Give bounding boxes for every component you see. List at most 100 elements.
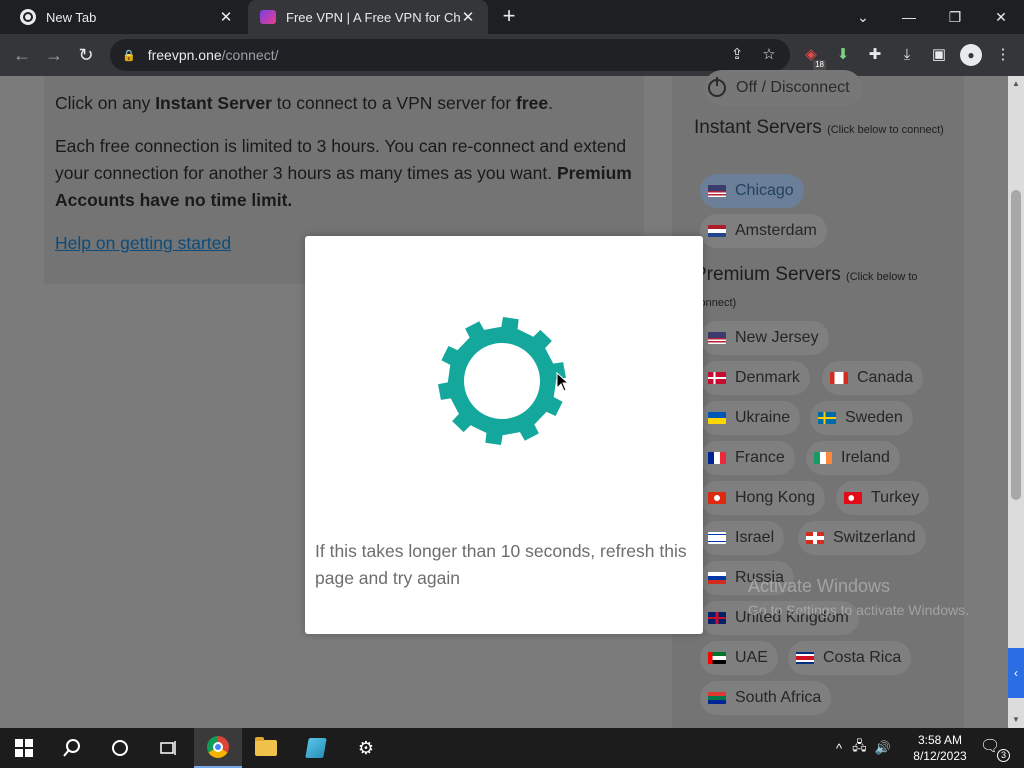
browser-toolbar: ← → ↻ 🔒 freevpn.one/connect/ ⇪ ☆ ◈ 18 ⬇ ✚… <box>0 34 1024 76</box>
server-hong-kong-button[interactable]: Hong Kong <box>700 481 826 515</box>
flag-ua-icon <box>708 412 726 424</box>
server-denmark-button[interactable]: Denmark <box>700 361 810 395</box>
server-name: France <box>735 449 785 466</box>
flag-ch-icon <box>806 532 824 544</box>
extensions-puzzle-icon[interactable]: ✚ <box>864 44 886 66</box>
task-view-icon[interactable] <box>144 728 192 768</box>
scroll-thumb[interactable] <box>1011 190 1021 500</box>
search-icon[interactable] <box>48 728 96 768</box>
clock-time: 3:58 AM <box>917 733 963 747</box>
share-icon[interactable]: ⇪ <box>726 44 748 66</box>
server-name: UAE <box>735 649 768 666</box>
server-name: Turkey <box>871 489 920 506</box>
gear-shape <box>438 317 566 445</box>
windows-taskbar: ⚙ ^ 🖧 🔊 3:58 AM 8/12/2023 🗨 3 <box>0 728 1024 768</box>
profile-avatar-icon[interactable]: ● <box>960 44 982 66</box>
flag-ae-icon <box>708 652 726 664</box>
close-tab-icon[interactable]: ✕ <box>218 8 234 26</box>
server-israel-button[interactable]: Israel <box>700 521 785 555</box>
reload-icon[interactable]: ↻ <box>74 43 98 67</box>
disconnect-button[interactable]: Off / Disconnect <box>704 70 862 106</box>
server-ukraine-button[interactable]: Ukraine <box>700 401 801 435</box>
vpn-extension-icon[interactable]: ⬇ <box>832 44 854 66</box>
server-ireland-button[interactable]: Ireland <box>806 441 900 475</box>
server-canada-button[interactable]: Canada <box>822 361 924 395</box>
side-panel-icon[interactable]: ▣ <box>928 44 950 66</box>
close-window-button[interactable]: ✕ <box>978 0 1024 34</box>
file-explorer-folder-icon[interactable] <box>242 728 290 768</box>
flag-fr-icon <box>708 452 726 464</box>
tab-search-icon[interactable]: ⌄ <box>840 0 886 34</box>
page-scrollbar[interactable]: ▲ ▼ <box>1008 76 1024 728</box>
menu-kebab-icon[interactable]: ⋮ <box>992 44 1014 66</box>
cortana-circle-icon[interactable] <box>96 728 144 768</box>
flag-ie-icon <box>814 452 832 464</box>
new-tab-button[interactable]: + <box>498 5 520 28</box>
disconnect-label: Off / Disconnect <box>736 79 850 96</box>
notepad-app-icon[interactable] <box>292 728 340 768</box>
instant-servers-heading: Instant Servers (Click below to connect) <box>694 116 944 142</box>
clock-date: 8/12/2023 <box>913 749 967 763</box>
server-switzerland-button[interactable]: Switzerland <box>798 521 926 555</box>
network-icon[interactable]: 🖧 <box>852 737 867 759</box>
server-south-africa-button[interactable]: South Africa <box>700 681 832 715</box>
flag-za-icon <box>708 692 726 704</box>
start-windows-icon[interactable] <box>0 728 48 768</box>
taskbar-clock[interactable]: 3:58 AM 8/12/2023 <box>908 732 972 764</box>
download-icon[interactable]: ⤓ <box>896 44 918 66</box>
watermark-subtitle: Go to Settings to activate Windows. <box>748 602 969 618</box>
volume-icon[interactable]: 🔊 <box>875 740 891 756</box>
tray-chevron-up-icon[interactable]: ^ <box>836 741 842 756</box>
flag-gb-icon <box>708 612 726 624</box>
flag-hk-icon <box>708 492 726 504</box>
server-name: Costa Rica <box>823 649 902 666</box>
scroll-up-arrow-icon[interactable]: ▲ <box>1008 76 1024 92</box>
back-arrow-icon[interactable]: ← <box>10 43 34 67</box>
tab-new-tab[interactable]: New Tab ✕ <box>0 0 246 34</box>
loading-modal: If this takes longer than 10 seconds, re… <box>305 236 703 634</box>
server-chicago-button[interactable]: Chicago <box>700 174 804 208</box>
server-france-button[interactable]: France <box>700 441 795 475</box>
power-icon <box>708 77 726 97</box>
chrome-taskbar-icon[interactable] <box>194 728 242 768</box>
intro-paragraph: Click on any Instant Server to connect t… <box>55 90 633 117</box>
close-tab-icon[interactable]: ✕ <box>460 8 476 26</box>
server-amsterdam-button[interactable]: Amsterdam <box>700 214 827 248</box>
intro-text: Click on any <box>55 93 156 113</box>
server-costa-rica-button[interactable]: Costa Rica <box>788 641 912 675</box>
server-sweden-button[interactable]: Sweden <box>810 401 913 435</box>
loading-message: If this takes longer than 10 seconds, re… <box>315 541 687 588</box>
settings-gear-icon[interactable]: ⚙ <box>342 728 390 768</box>
tab-free-vpn[interactable]: Free VPN | A Free VPN for Chrom ✕ <box>248 0 488 34</box>
minimize-button[interactable]: — <box>886 0 932 34</box>
ublock-extension-icon[interactable]: ◈ 18 <box>800 44 826 70</box>
forward-arrow-icon[interactable]: → <box>42 43 66 67</box>
server-turkey-button[interactable]: Turkey <box>836 481 930 515</box>
collapse-chevron-icon[interactable]: ‹ <box>1008 648 1024 698</box>
server-uae-button[interactable]: UAE <box>700 641 778 675</box>
notification-center-icon[interactable]: 🗨 3 <box>980 736 1010 762</box>
server-name: South Africa <box>735 689 822 706</box>
activate-windows-watermark: Activate Windows Go to Settings to activ… <box>748 574 969 622</box>
server-name: Canada <box>857 369 914 386</box>
flag-cr-icon <box>796 652 814 664</box>
url-path: /connect/ <box>221 47 279 63</box>
mouse-cursor-icon <box>556 372 570 392</box>
address-bar[interactable]: 🔒 freevpn.one/connect/ <box>110 39 790 71</box>
gear-spinner-icon <box>427 306 577 456</box>
scroll-down-arrow-icon[interactable]: ▼ <box>1008 712 1024 728</box>
tab-strip: New Tab ✕ Free VPN | A Free VPN for Chro… <box>0 0 1024 34</box>
server-new-jersey-button[interactable]: New Jersey <box>700 321 829 355</box>
server-name: Chicago <box>735 182 794 199</box>
limit-paragraph: Each free connection is limited to 3 hou… <box>55 133 633 214</box>
server-name: Hong Kong <box>735 489 816 506</box>
help-link[interactable]: Help on getting started <box>55 233 231 253</box>
intro-text: to connect to a VPN server for <box>271 93 517 113</box>
free-bold: free <box>516 93 549 113</box>
restore-button[interactable]: ❐ <box>932 0 978 34</box>
vpn-favicon-icon <box>260 10 276 24</box>
flag-ru-icon <box>708 572 726 584</box>
premium-servers-heading: Premium Servers (Click below to connect) <box>694 263 944 315</box>
bookmark-star-icon[interactable]: ☆ <box>758 44 780 66</box>
flag-il-icon <box>708 532 726 544</box>
